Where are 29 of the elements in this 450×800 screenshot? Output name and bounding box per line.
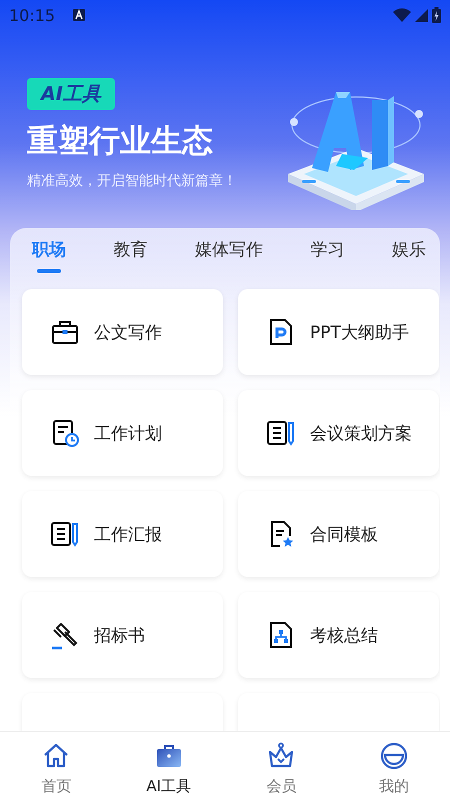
tool-card[interactable]: PPT大纲助手: [238, 289, 439, 375]
category-tab[interactable]: 媒体写作: [195, 238, 263, 273]
tool-card[interactable]: 合同模板: [238, 491, 439, 577]
tool-card[interactable]: 考核总结: [238, 592, 439, 678]
nav-item[interactable]: AI工具: [112, 732, 225, 800]
tool-card[interactable]: 会议策划方案: [238, 390, 439, 476]
tool-card[interactable]: 公文写作: [22, 289, 223, 375]
battery-icon: [432, 7, 441, 23]
hero-subtitle: 精准高效，开启智能时代新篇章！: [27, 172, 237, 190]
tool-card[interactable]: 工作计划: [22, 390, 223, 476]
hero-title: 重塑行业生态: [27, 122, 213, 161]
document-pencil-icon: [266, 418, 296, 448]
category-tab[interactable]: 娱乐: [392, 238, 426, 273]
tool-card[interactable]: 工作汇报: [22, 491, 223, 577]
hero-badge: AI工具: [27, 78, 115, 110]
smiley-icon: [378, 741, 409, 771]
status-time: 10:15: [9, 6, 56, 24]
tool-card[interactable]: 招标书: [22, 592, 223, 678]
nav-item[interactable]: 首页: [0, 732, 112, 800]
document-clock-icon: [50, 418, 80, 448]
notification-icon: [73, 9, 86, 21]
document-pencil-icon: [50, 519, 80, 549]
wifi-icon: [393, 8, 411, 22]
category-tab[interactable]: 教育: [114, 238, 148, 273]
category-tab[interactable]: 学习: [310, 238, 344, 273]
signal-icon: [415, 8, 428, 22]
gavel-icon: [50, 620, 80, 650]
nav-item[interactable]: 我的: [338, 732, 450, 800]
nav-item[interactable]: 会员: [225, 732, 338, 800]
